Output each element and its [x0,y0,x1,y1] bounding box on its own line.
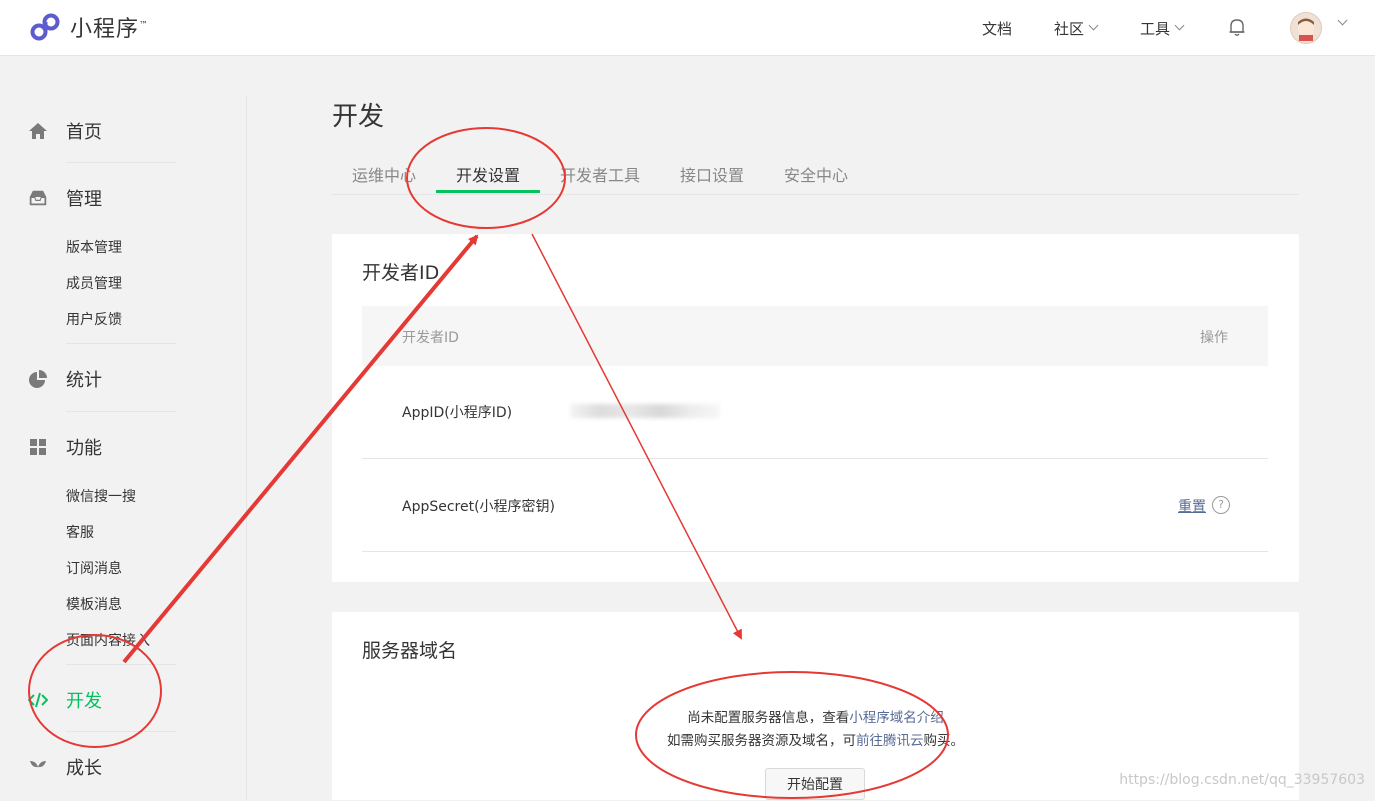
watermark: https://blog.csdn.net/qq_33957603 [1119,772,1365,788]
sidebar-item-stats[interactable]: 统计 [28,366,102,392]
nav-tools[interactable]: 工具 [1140,0,1185,56]
inbox-icon [29,190,47,206]
start-config-button[interactable]: 开始配置 [765,768,865,800]
appid-label: AppID(小程序ID) [402,405,513,421]
sidebar-subitem-members[interactable]: 成员管理 [66,273,122,293]
sidebar-item-features[interactable]: 功能 [28,434,102,460]
server-msg-line2: 如需购买服务器资源及域名，可前往腾讯云购买。 [667,733,964,749]
chevron-down-icon [1088,20,1099,31]
server-msg-line1: 尚未配置服务器信息，查看小程序域名介绍 [687,710,944,726]
avatar-image [1298,18,1314,41]
sidebar-item-growth[interactable]: 成长 [28,754,102,780]
code-icon [28,692,48,708]
brand-logo[interactable]: 小程序™ [28,10,149,44]
tab-dev-tools[interactable]: 开发者工具 [560,162,640,186]
top-bar: 小程序™ 文档 社区 工具 [0,0,1375,56]
reset-secret-link[interactable]: 重置 [1178,496,1206,516]
chevron-down-icon[interactable] [1337,15,1348,26]
page-title: 开发 [332,102,385,132]
table-header: 开发者ID 操作 [362,306,1268,366]
sidebar-divider [246,96,247,800]
appsecret-label: AppSecret(小程序密钥) [402,499,556,515]
sidebar-separator [66,411,176,412]
sprout-icon [30,761,46,775]
sidebar-item-manage[interactable]: 管理 [28,185,102,211]
sidebar-subitem-content[interactable]: 页面内容接入 [66,630,150,650]
miniprogram-logo-icon [30,13,60,41]
tab-api-settings[interactable]: 接口设置 [680,162,744,186]
nav-community[interactable]: 社区 [1054,0,1099,56]
sidebar-subitem-feedback[interactable]: 用户反馈 [66,309,122,329]
bell-icon[interactable] [1226,16,1248,38]
tab-security-center[interactable]: 安全中心 [784,162,848,186]
nav-docs[interactable]: 文档 [982,0,1012,56]
row-separator [362,458,1268,459]
help-icon[interactable]: ? [1212,496,1230,514]
sidebar-subitem-search[interactable]: 微信搜一搜 [66,486,136,506]
tab-bar: 运维中心 开发设置 开发者工具 接口设置 安全中心 [332,152,1299,195]
row-separator [362,551,1268,552]
sidebar-subitem-subscribe[interactable]: 订阅消息 [66,558,122,578]
appid-value-redacted [570,404,720,418]
column-header-id: 开发者ID [402,330,459,346]
brand-name: 小程序™ [70,17,150,42]
chevron-down-icon [1174,20,1185,31]
sidebar-subitem-service[interactable]: 客服 [66,522,94,542]
card-title: 服务器域名 [362,640,458,662]
sidebar-separator [66,162,176,163]
sidebar-item-develop[interactable]: 开发 [28,687,102,713]
grid-icon [30,439,46,455]
home-icon [29,123,47,139]
tab-dev-settings[interactable]: 开发设置 [456,162,520,186]
sidebar-separator [66,343,176,344]
tencent-cloud-link[interactable]: 前往腾讯云 [856,733,924,749]
card-title: 开发者ID [362,262,440,284]
developer-id-card: 开发者ID 开发者ID 操作 AppID(小程序ID) AppSecret(小程… [332,234,1299,582]
active-tab-indicator [436,190,540,193]
tab-ops-center[interactable]: 运维中心 [352,162,416,186]
sidebar-item-home[interactable]: 首页 [28,118,102,144]
sidebar-subitem-version[interactable]: 版本管理 [66,237,122,257]
avatar[interactable] [1290,12,1322,44]
sidebar-separator [66,664,176,665]
pie-chart-icon [29,370,47,388]
sidebar-separator [66,731,176,732]
domain-intro-link[interactable]: 小程序域名介绍 [849,710,944,726]
column-header-action: 操作 [1200,330,1228,346]
sidebar-subitem-template[interactable]: 模板消息 [66,594,122,614]
